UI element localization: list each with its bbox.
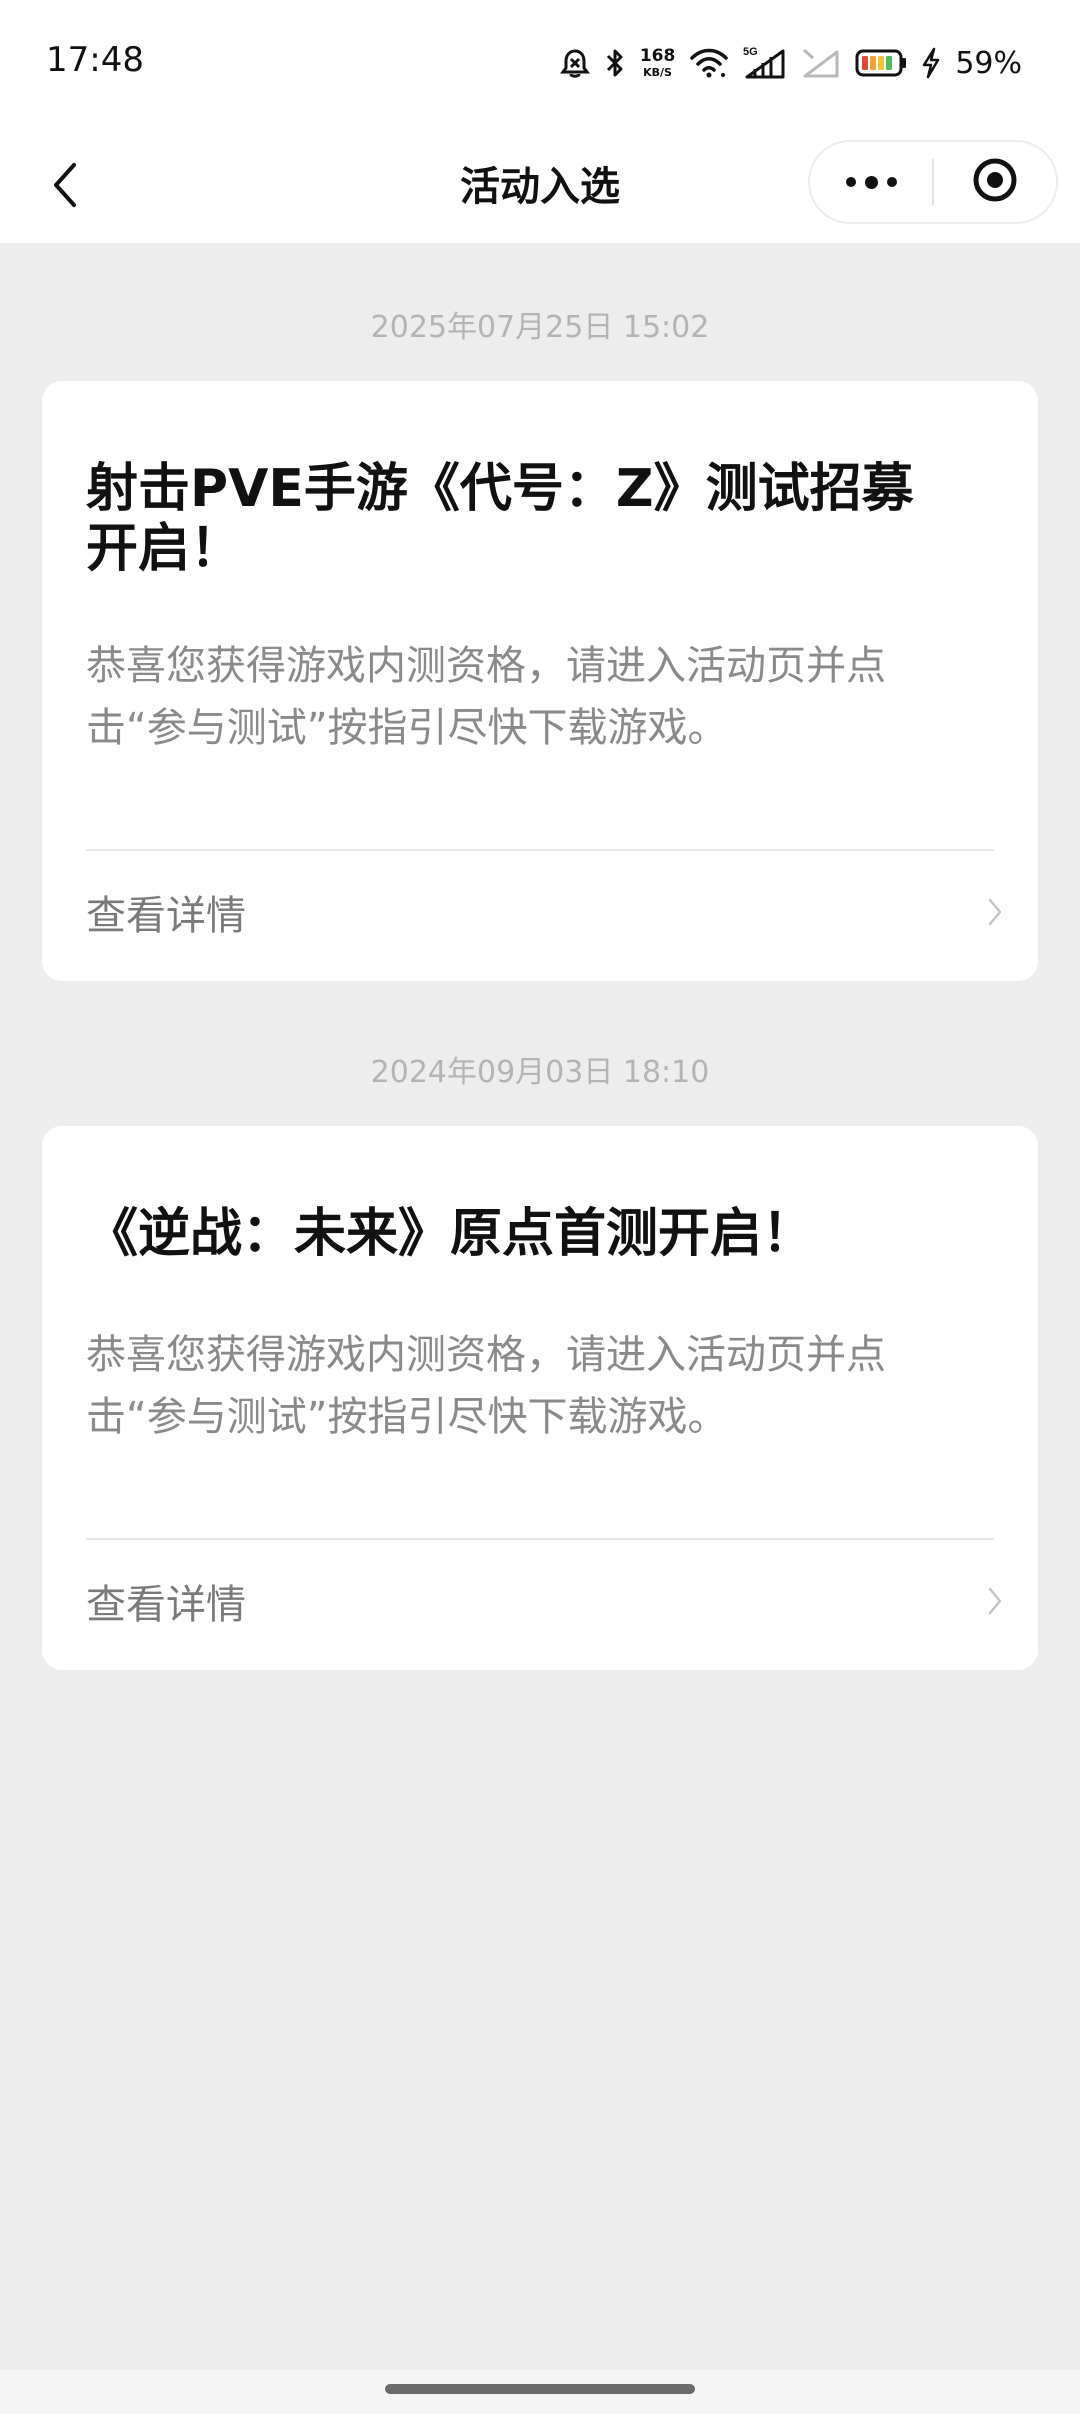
more-button[interactable] bbox=[810, 142, 932, 222]
bluetooth-icon bbox=[604, 47, 626, 79]
chevron-right-icon bbox=[986, 897, 1004, 931]
signal-empty-icon bbox=[801, 46, 841, 80]
title-bar: 活动入选 bbox=[0, 130, 1080, 243]
wifi-icon bbox=[689, 47, 729, 79]
view-details-link[interactable]: 查看详情 bbox=[42, 1540, 1038, 1660]
network-type-label: 5G bbox=[743, 46, 758, 58]
message-card: 《逆战：未来》原点首测开启！ 恭喜您获得游戏内测资格，请进入活动页并点击“参与测… bbox=[42, 1126, 1038, 1670]
close-mini-program-button[interactable] bbox=[934, 142, 1056, 222]
more-dots-icon bbox=[845, 175, 897, 189]
network-speed-value: 168 bbox=[639, 46, 676, 66]
network-speed-unit: KB/S bbox=[643, 66, 672, 79]
message-title: 射击PVE手游《代号：Z》测试招募开启！ bbox=[86, 459, 914, 579]
target-circle-icon bbox=[972, 157, 1018, 207]
message-card: 射击PVE手游《代号：Z》测试招募开启！ 恭喜您获得游戏内测资格，请进入活动页并… bbox=[42, 381, 1038, 981]
chevron-right-icon bbox=[986, 1586, 1004, 1620]
network-speed: 168 KB/S bbox=[639, 46, 676, 79]
message-description: 恭喜您获得游戏内测资格，请进入活动页并点击“参与测试”按指引尽快下载游戏。 bbox=[86, 1332, 886, 1440]
message-description: 恭喜您获得游戏内测资格，请进入活动页并点击“参与测试”按指引尽快下载游戏。 bbox=[86, 643, 886, 751]
message-timestamp: 2024年09月03日 18:10 bbox=[370, 1055, 710, 1090]
view-details-link[interactable]: 查看详情 bbox=[42, 851, 1038, 971]
message-title: 《逆战：未来》原点首测开启！ bbox=[86, 1204, 815, 1264]
battery-percent: 59% bbox=[955, 45, 1022, 81]
status-time: 17:48 bbox=[46, 40, 144, 80]
status-bar: 17:48 168 KB/S 5G 59% bbox=[0, 0, 1080, 130]
message-timestamp: 2025年07月25日 15:02 bbox=[370, 310, 710, 345]
view-details-label: 查看详情 bbox=[86, 893, 246, 939]
status-icons: 168 KB/S 5G 59% bbox=[559, 38, 1022, 88]
signal-5g-icon: 5G bbox=[743, 45, 787, 81]
alarm-icon bbox=[559, 47, 590, 79]
battery-icon bbox=[855, 48, 907, 78]
charging-icon bbox=[921, 47, 941, 79]
home-indicator[interactable] bbox=[385, 2384, 695, 2394]
view-details-label: 查看详情 bbox=[86, 1582, 246, 1628]
mini-program-capsule bbox=[808, 140, 1058, 224]
